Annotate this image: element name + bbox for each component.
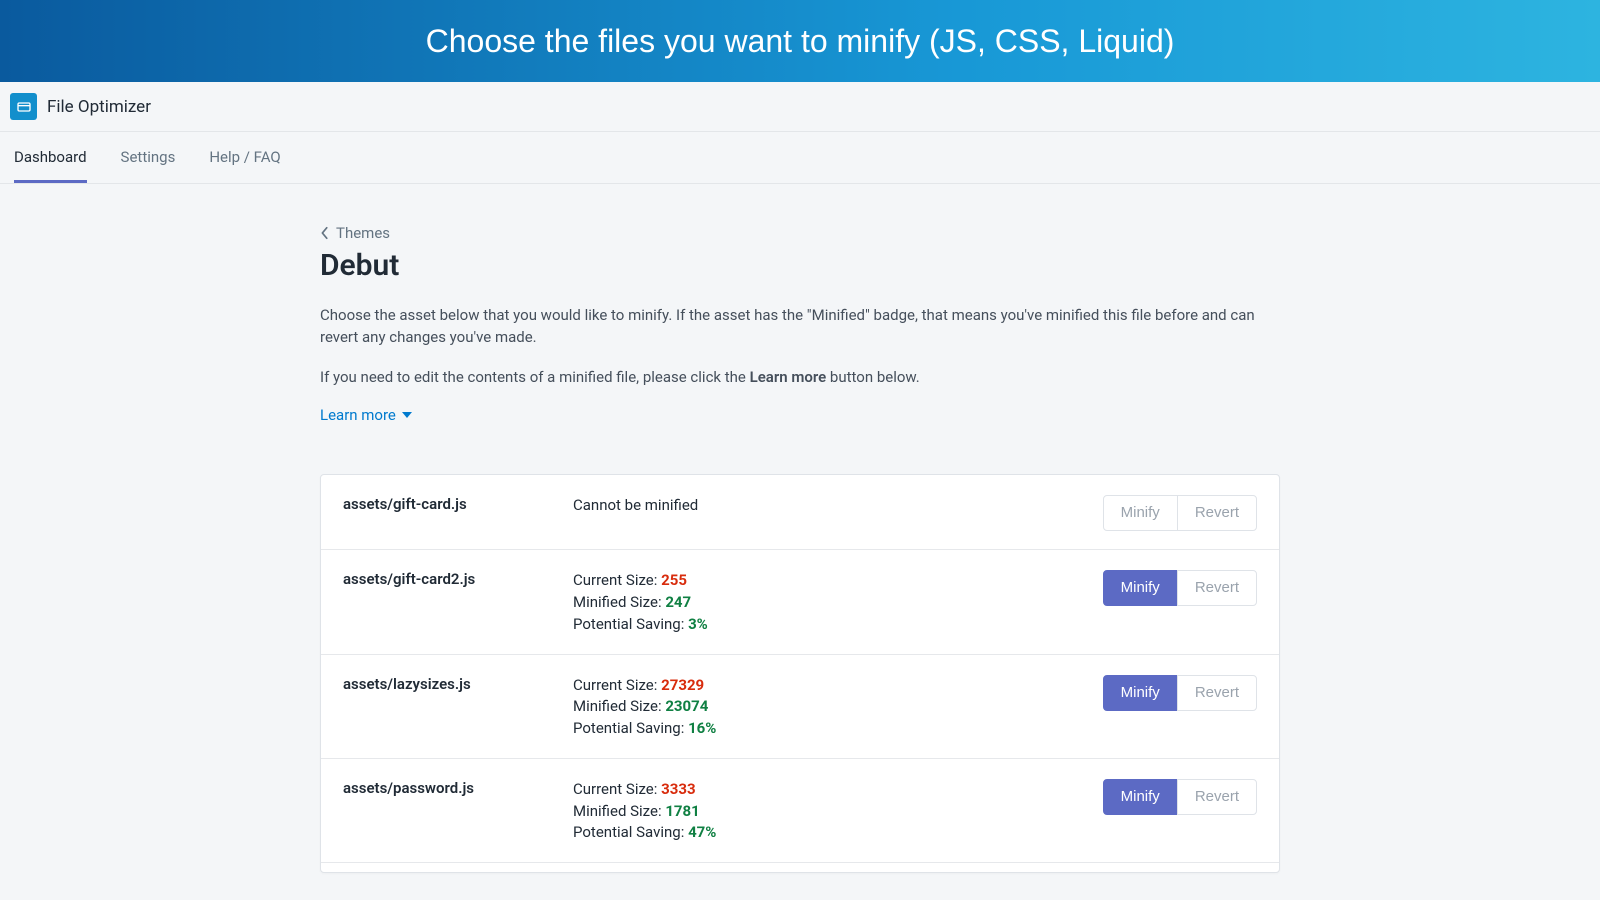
- minify-button[interactable]: Minify: [1103, 570, 1178, 606]
- asset-info: Current Size: 27329Minified Size: 23074P…: [573, 675, 1037, 740]
- learn-more-link[interactable]: Learn more: [320, 406, 412, 424]
- tab-settings[interactable]: Settings: [121, 132, 176, 183]
- revert-button: Revert: [1177, 495, 1257, 531]
- asset-info: Cannot be minified: [573, 495, 1037, 517]
- asset-row: [321, 862, 1279, 872]
- asset-row: assets/lazysizes.jsCurrent Size: 27329Mi…: [321, 654, 1279, 758]
- chevron-left-icon: [320, 226, 330, 240]
- tab-bar: Dashboard Settings Help / FAQ: [0, 132, 1600, 184]
- asset-actions: MinifyRevert: [1037, 779, 1257, 815]
- asset-info: Current Size: 255Minified Size: 247Poten…: [573, 570, 1037, 635]
- asset-row: assets/gift-card2.jsCurrent Size: 255Min…: [321, 549, 1279, 653]
- asset-row: assets/gift-card.jsCannot be minifiedMin…: [321, 475, 1279, 549]
- asset-filename: assets/gift-card2.js: [343, 570, 573, 588]
- asset-actions: MinifyRevert: [1037, 675, 1257, 711]
- promo-banner: Choose the files you want to minify (JS,…: [0, 0, 1600, 82]
- app-title: File Optimizer: [47, 97, 151, 117]
- breadcrumb-label: Themes: [336, 224, 390, 242]
- asset-actions: MinifyRevert: [1037, 495, 1257, 531]
- asset-filename: assets/lazysizes.js: [343, 675, 573, 693]
- page-content: Themes Debut Choose the asset below that…: [320, 184, 1280, 873]
- minify-button[interactable]: Minify: [1103, 779, 1178, 815]
- breadcrumb-back[interactable]: Themes: [320, 224, 390, 242]
- revert-button: Revert: [1177, 779, 1257, 815]
- asset-actions: MinifyRevert: [1037, 570, 1257, 606]
- promo-banner-text: Choose the files you want to minify (JS,…: [426, 23, 1175, 60]
- tab-help-faq[interactable]: Help / FAQ: [209, 132, 280, 183]
- description-1: Choose the asset below that you would li…: [320, 305, 1260, 349]
- asset-filename: assets/password.js: [343, 779, 573, 797]
- app-bar: File Optimizer: [0, 82, 1600, 132]
- tab-dashboard[interactable]: Dashboard: [14, 132, 87, 183]
- revert-button: Revert: [1177, 675, 1257, 711]
- asset-list: assets/gift-card.jsCannot be minifiedMin…: [320, 474, 1280, 873]
- asset-info: Current Size: 3333Minified Size: 1781Pot…: [573, 779, 1037, 844]
- app-logo-icon: [10, 93, 37, 120]
- asset-filename: assets/gift-card.js: [343, 495, 573, 513]
- page-title: Debut: [320, 248, 1280, 283]
- caret-down-icon: [402, 411, 412, 419]
- asset-row: assets/password.jsCurrent Size: 3333Mini…: [321, 758, 1279, 862]
- learn-more-label: Learn more: [320, 406, 396, 424]
- minify-button: Minify: [1103, 495, 1178, 531]
- revert-button: Revert: [1177, 570, 1257, 606]
- description-2: If you need to edit the contents of a mi…: [320, 367, 1260, 389]
- minify-button[interactable]: Minify: [1103, 675, 1178, 711]
